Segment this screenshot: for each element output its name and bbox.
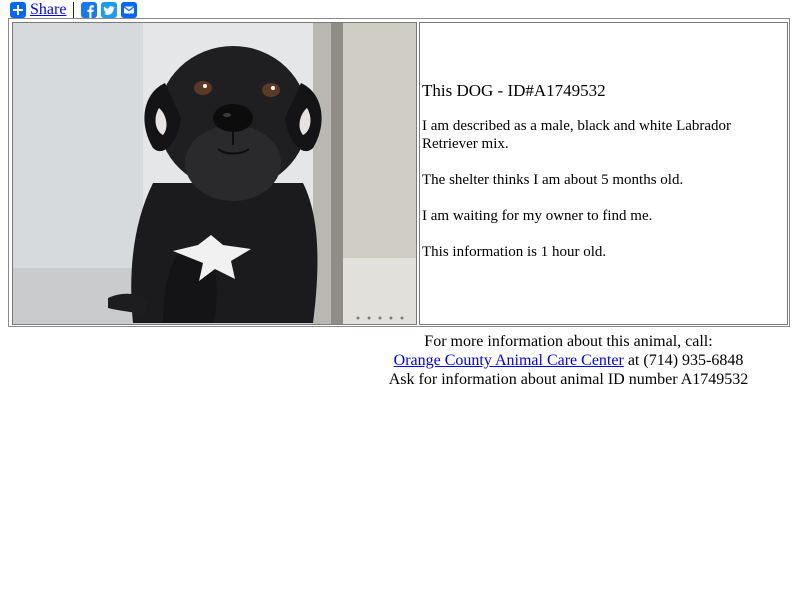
animal-card: This DOG - ID#A1749532 I am described as… bbox=[8, 18, 790, 327]
email-icon[interactable] bbox=[121, 1, 138, 18]
contact-info: For more information about this animal, … bbox=[340, 332, 797, 389]
animal-waiting: I am waiting for my owner to find me. bbox=[422, 208, 653, 224]
shelter-link[interactable]: Orange County Animal Care Center bbox=[394, 352, 624, 369]
contact-line-1: For more information about this animal, … bbox=[424, 333, 713, 350]
animal-info: This DOG - ID#A1749532 I am described as… bbox=[419, 22, 788, 325]
contact-line-2: Orange County Animal Care Center at (714… bbox=[340, 351, 797, 370]
share-link[interactable]: Share bbox=[30, 1, 66, 18]
animal-info-text: This DOG - ID#A1749532 I am described as… bbox=[422, 81, 782, 279]
facebook-icon[interactable] bbox=[81, 1, 98, 18]
dog-photo-illustration bbox=[13, 23, 416, 324]
animal-freshness: This information is 1 hour old. bbox=[422, 244, 607, 260]
animal-title: This DOG - ID#A1749532 bbox=[422, 81, 606, 100]
animal-description: I am described as a male, black and whit… bbox=[422, 118, 732, 152]
share-plus-icon[interactable] bbox=[10, 1, 26, 18]
twitter-icon[interactable] bbox=[101, 1, 118, 18]
share-divider bbox=[73, 1, 75, 18]
share-bar: Share bbox=[10, 1, 141, 18]
animal-age: The shelter thinks I am about 5 months o… bbox=[422, 172, 684, 188]
contact-line-3: Ask for information about animal ID numb… bbox=[388, 371, 749, 388]
shelter-phone: at (714) 935-6848 bbox=[623, 352, 744, 369]
animal-photo bbox=[12, 22, 417, 325]
